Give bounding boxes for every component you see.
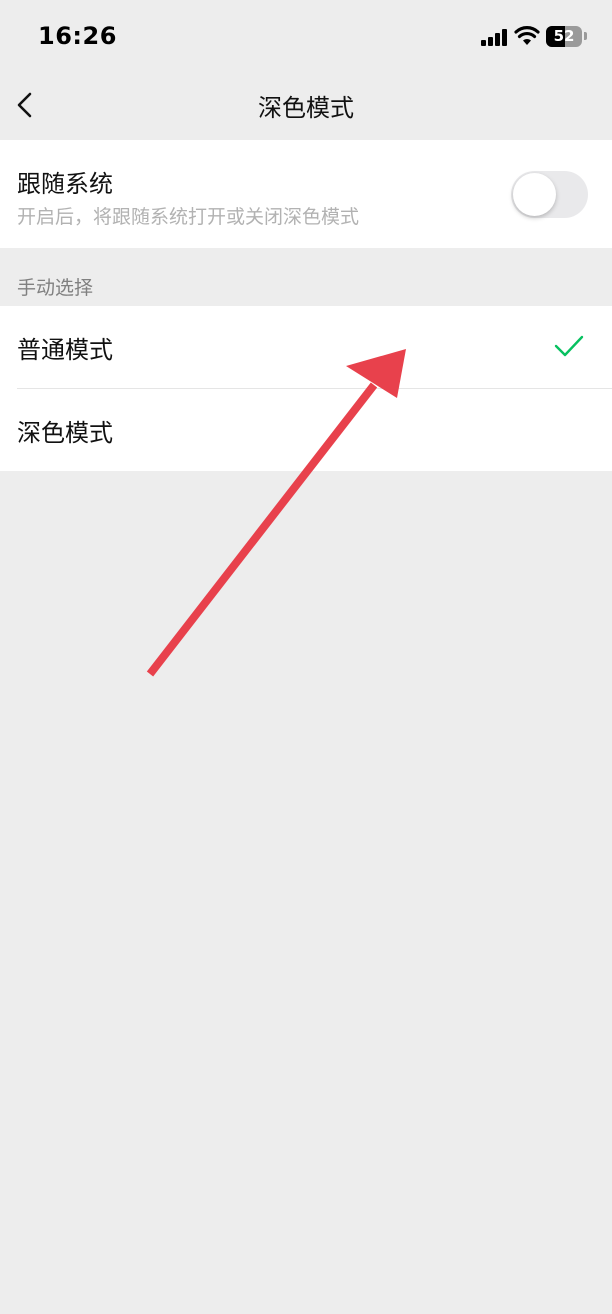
dark-mode-settings-screen: 16:26 52 深色模式 跟随系统 开启后，将跟随系统打开或关闭深色模式 手动…: [0, 0, 612, 1314]
check-icon: [554, 335, 584, 357]
manual-section-header: 手动选择: [17, 277, 94, 299]
battery-level: 52: [553, 27, 575, 45]
follow-system-toggle[interactable]: [511, 171, 588, 218]
status-bar: 16:26 52: [0, 0, 612, 72]
toggle-knob: [513, 173, 556, 216]
option-normal-mode[interactable]: 普通模式: [0, 306, 612, 389]
battery-cap: [584, 32, 587, 40]
option-label: 深色模式: [17, 419, 113, 447]
follow-system-description: 开启后，将跟随系统打开或关闭深色模式: [17, 206, 360, 228]
page-title: 深色模式: [258, 94, 354, 122]
wifi-icon: [514, 26, 540, 45]
option-dark-mode[interactable]: 深色模式: [0, 389, 612, 471]
follow-system-title: 跟随系统: [17, 170, 113, 198]
signal-icon: [481, 28, 509, 46]
follow-system-row: 跟随系统 开启后，将跟随系统打开或关闭深色模式: [0, 140, 612, 248]
nav-bar: 深色模式: [0, 72, 612, 138]
status-time: 16:26: [38, 22, 117, 50]
battery-icon: 52: [546, 26, 582, 47]
option-label: 普通模式: [17, 336, 113, 364]
mode-options-list: 普通模式 深色模式: [0, 306, 612, 471]
